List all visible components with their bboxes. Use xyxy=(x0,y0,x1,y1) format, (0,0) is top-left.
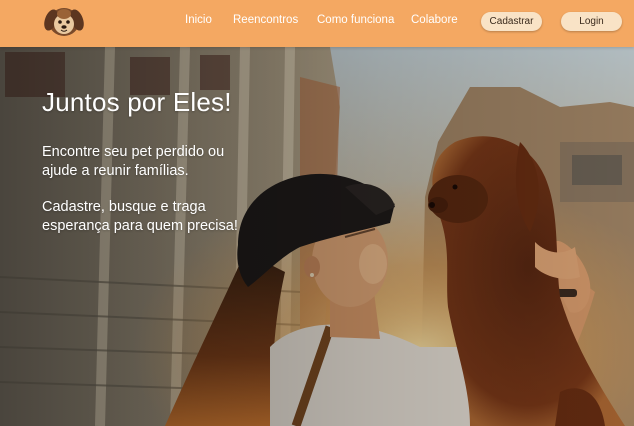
hero-title: Juntos por Eles! xyxy=(42,87,232,117)
hero-paragraph-register: Cadastre, busque e traga esperança para … xyxy=(42,199,238,234)
hero-paragraph-find-pet: Encontre seu pet perdido ou ajude a reun… xyxy=(42,144,225,179)
dog-face-icon[interactable] xyxy=(42,3,86,39)
nav-link-inicio[interactable]: Inicio xyxy=(185,14,212,26)
top-navbar: Inicio Reencontros Como funciona Colabor… xyxy=(0,0,634,47)
hero-section: Juntos por Eles! Encontre seu pet perdid… xyxy=(0,47,634,426)
nav-link-colabore[interactable]: Colabore xyxy=(411,14,458,26)
nav-link-reencontros[interactable]: Reencontros xyxy=(233,14,298,26)
register-button[interactable]: Cadastrar xyxy=(481,12,542,31)
login-button[interactable]: Login xyxy=(561,12,622,31)
nav-link-como-funciona[interactable]: Como funciona xyxy=(317,14,394,26)
